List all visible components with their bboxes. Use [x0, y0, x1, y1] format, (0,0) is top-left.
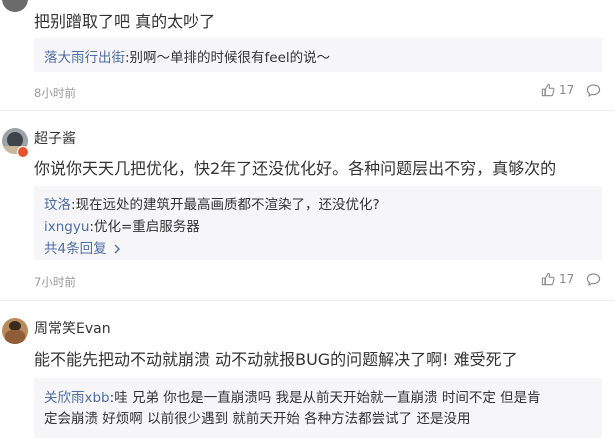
like-count: 17: [559, 83, 575, 97]
thumbs-up-icon: [541, 83, 555, 97]
divider: [0, 300, 615, 301]
avatar[interactable]: [2, 318, 28, 344]
comment-text: 能不能先把动不动就崩溃 动不动就报BUG的问题解决了啊! 难受死了: [34, 350, 518, 369]
verified-badge-icon: [17, 146, 29, 158]
reply-item: 落大雨行出街:别啊～单排的时候很有feel的说～: [44, 46, 330, 66]
like-button[interactable]: 17: [541, 272, 574, 286]
comment-bubble-icon: [586, 273, 601, 286]
comment-username[interactable]: 周常笑Evan: [34, 318, 111, 338]
comment-button[interactable]: [586, 272, 601, 287]
reply-box: 玟洛:现在远处的建筑开最高画质都不渲染了，还没优化? ixngyu:优化=重启服…: [34, 186, 602, 260]
avatar[interactable]: [2, 0, 28, 12]
comment-button[interactable]: [586, 83, 601, 98]
comment-username[interactable]: 超子酱: [34, 128, 76, 148]
reply-text: :优化=重启服务器: [89, 219, 200, 235]
more-replies-label: 共4条回复: [44, 241, 107, 257]
thumbs-up-icon: [541, 272, 555, 286]
reply-item: ixngyu:优化=重启服务器: [44, 215, 200, 235]
reply-box: 落大雨行出街:别啊～单排的时候很有feel的说～: [34, 38, 602, 72]
reply-box: 关欣雨xbb:哇 兄弟 你也是一直崩溃吗 我是从前天开始就一直崩溃 时间不定 但…: [34, 378, 602, 438]
chevron-right-icon: [114, 244, 120, 254]
more-replies-link[interactable]: 共4条回复: [44, 237, 121, 257]
reply-text: :哇 兄弟 你也是一直崩溃吗 我是从前天开始就一直崩溃 时间不定 但是肯: [109, 390, 541, 406]
comment-time: 7小时前: [34, 275, 76, 289]
reply-item: 关欣雨xbb:哇 兄弟 你也是一直崩溃吗 我是从前天开始就一直崩溃 时间不定 但…: [44, 386, 541, 406]
reply-text-continued: 定会崩溃 好烦啊 以前很少遇到 就前天开始 各种方法都尝试了 还是没用: [44, 411, 471, 427]
comment-text: 把别蹭取了吧 真的太吵了: [34, 12, 216, 31]
comment-time: 8小时前: [34, 86, 76, 100]
comment-bubble-icon: [586, 84, 601, 97]
reply-text: :现在远处的建筑开最高画质都不渲染了，还没优化?: [71, 197, 380, 213]
reply-username[interactable]: 关欣雨xbb: [44, 390, 110, 406]
divider: [0, 110, 615, 111]
reply-text: :别啊～单排的时候很有feel的说～: [125, 50, 331, 66]
reply-username[interactable]: ixngyu: [44, 219, 89, 235]
reply-username[interactable]: 落大雨行出街: [44, 50, 125, 66]
like-button[interactable]: 17: [541, 83, 574, 97]
like-count: 17: [559, 272, 575, 286]
reply-item: 玟洛:现在远处的建筑开最高画质都不渲染了，还没优化?: [44, 193, 380, 213]
reply-username[interactable]: 玟洛: [44, 197, 71, 213]
comment-text: 你说你天天几把优化，快2年了还没优化好。各种问题层出不穷，真够次的: [34, 159, 557, 178]
